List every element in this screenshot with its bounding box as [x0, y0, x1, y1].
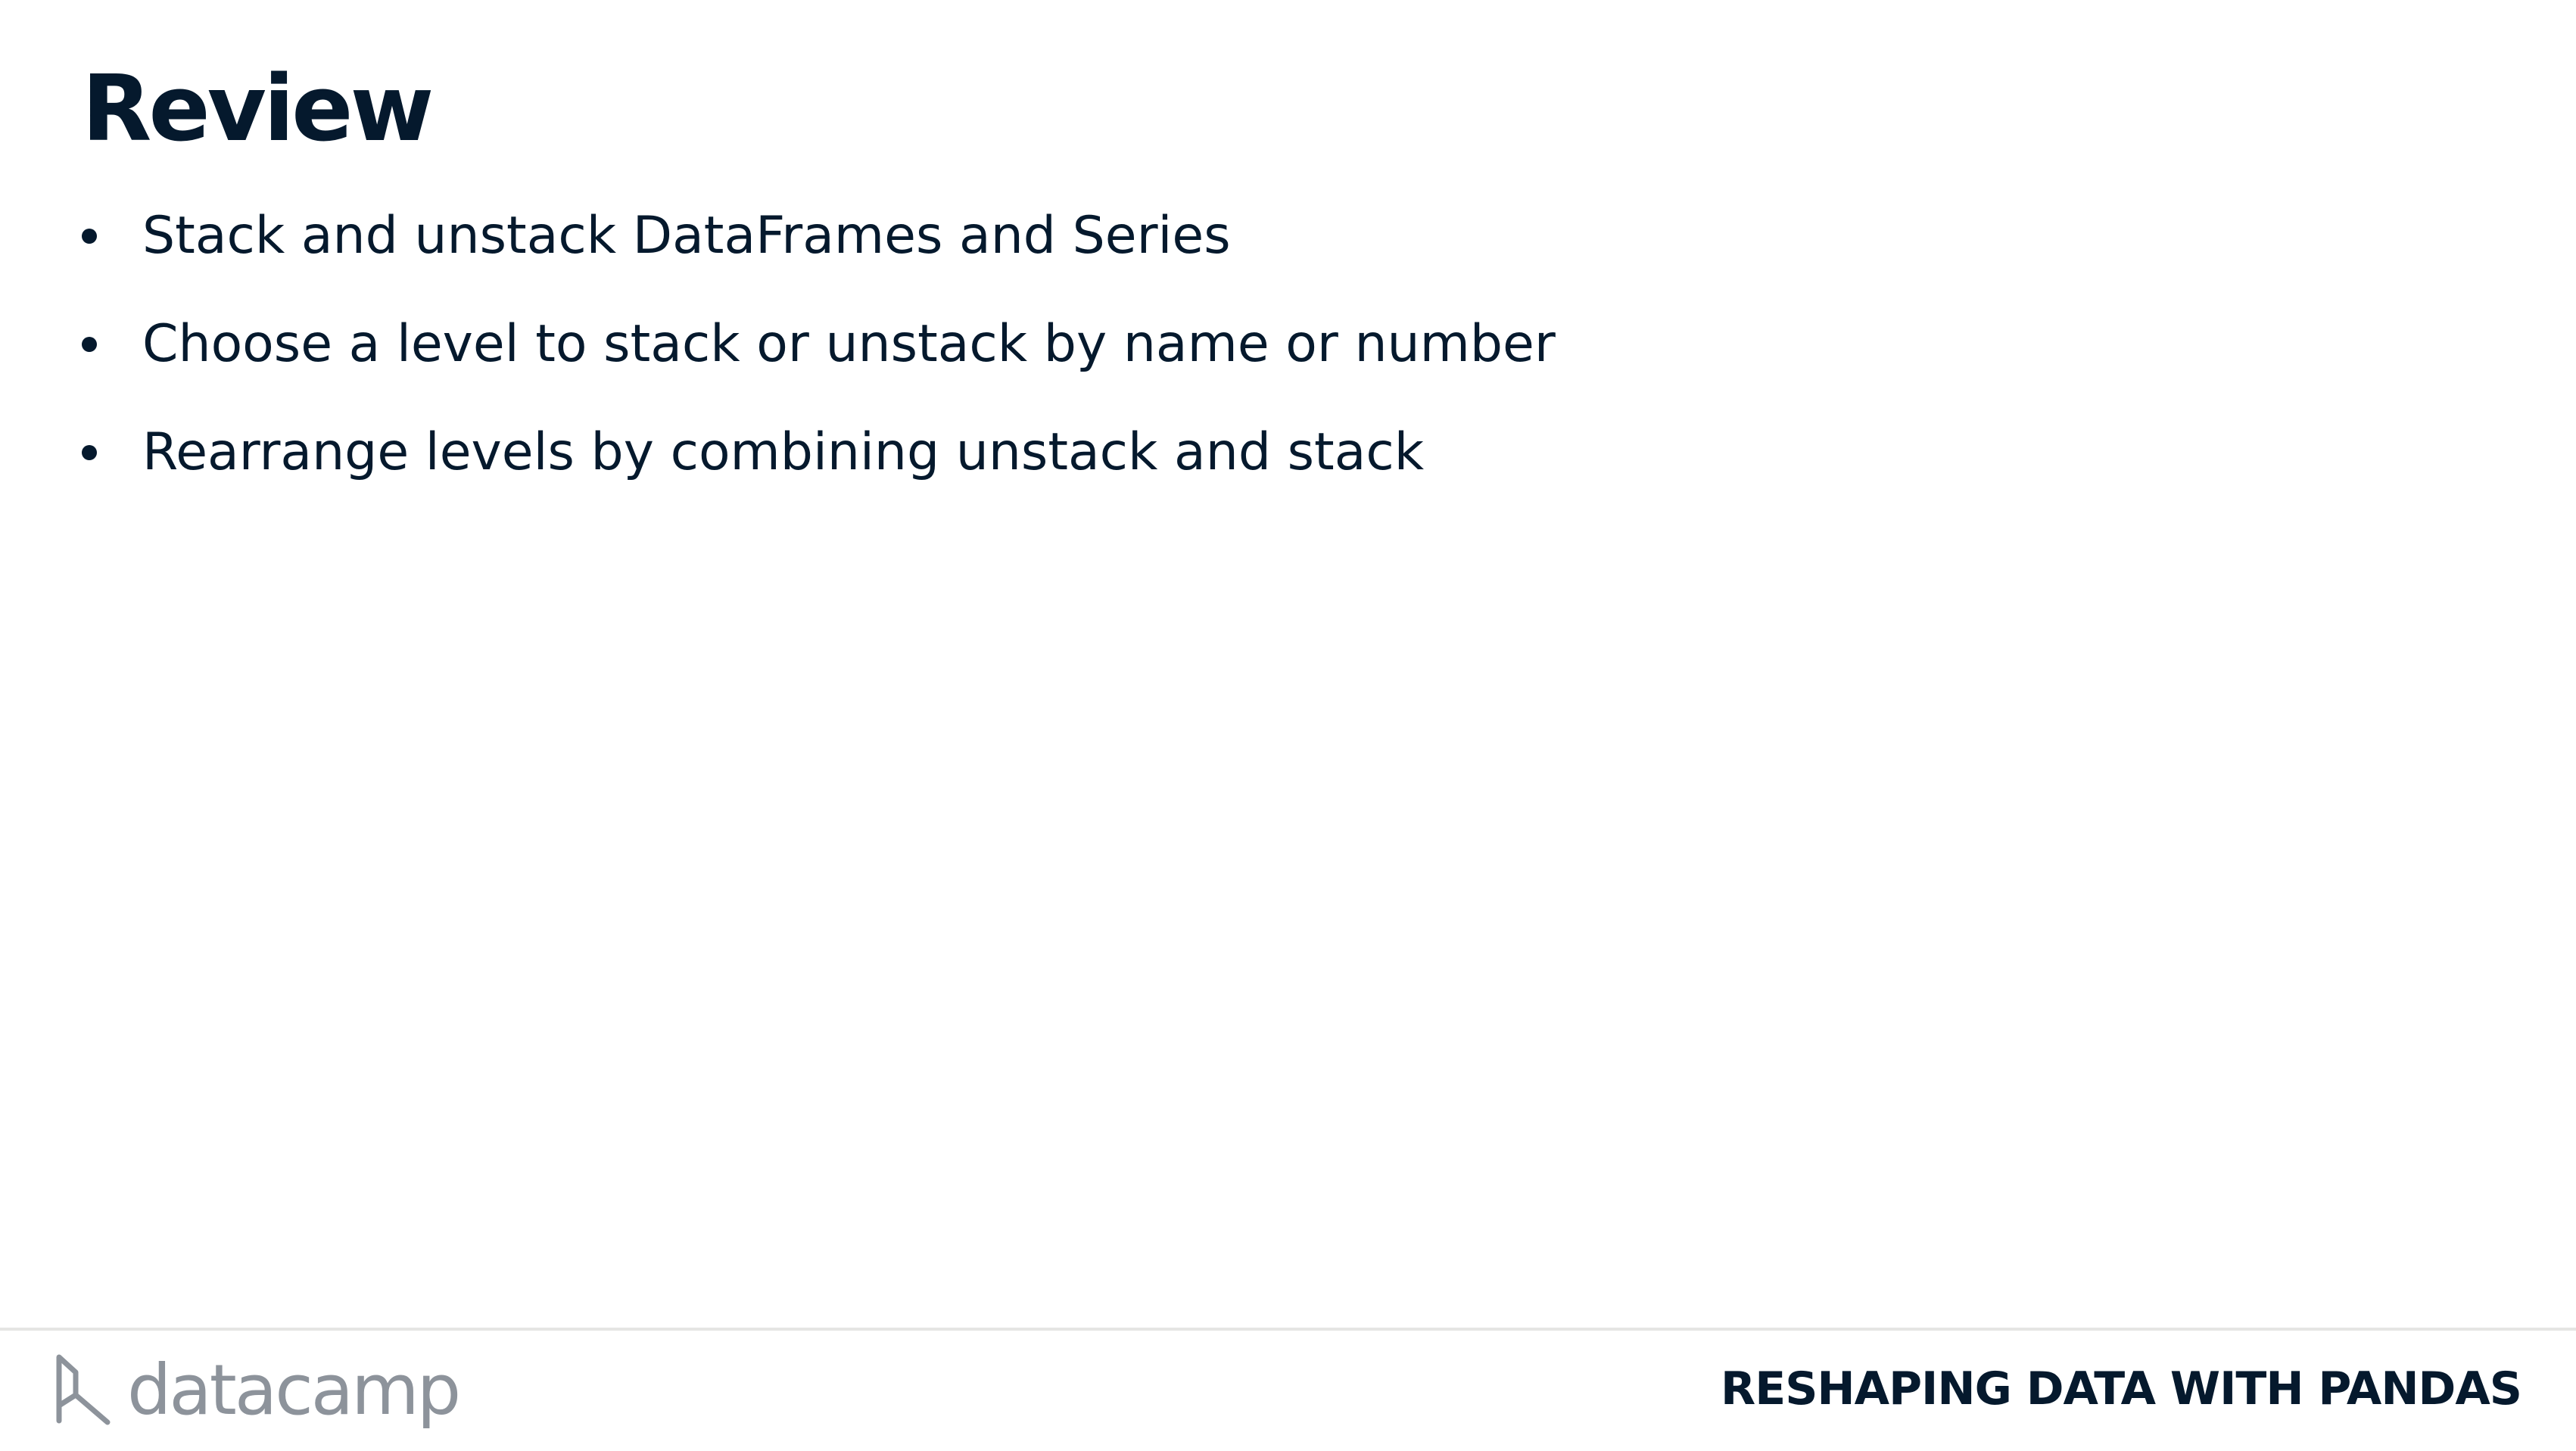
bullet-text: Stack and unstack DataFrames and Series: [142, 205, 1231, 266]
bullet-icon: [82, 336, 97, 352]
course-title: RESHAPING DATA WITH PANDAS: [1721, 1362, 2522, 1415]
datacamp-logo-icon: [56, 1354, 111, 1425]
bullet-item: Rearrange levels by combining unstack an…: [82, 398, 1556, 506]
bullet-item: Choose a level to stack or unstack by na…: [82, 290, 1556, 398]
bullet-text: Choose a level to stack or unstack by na…: [142, 313, 1556, 374]
bullet-icon: [82, 444, 97, 460]
logo-text: datacamp: [127, 1350, 461, 1431]
bullet-text: Rearrange levels by combining unstack an…: [142, 422, 1425, 482]
datacamp-logo: datacamp: [53, 1349, 461, 1432]
bullet-list: Stack and unstack DataFrames and Series …: [82, 182, 1556, 506]
slide-title: Review: [82, 57, 434, 162]
bullet-item: Stack and unstack DataFrames and Series: [82, 182, 1556, 290]
footer-divider: [0, 1328, 2576, 1331]
bullet-icon: [82, 228, 97, 244]
